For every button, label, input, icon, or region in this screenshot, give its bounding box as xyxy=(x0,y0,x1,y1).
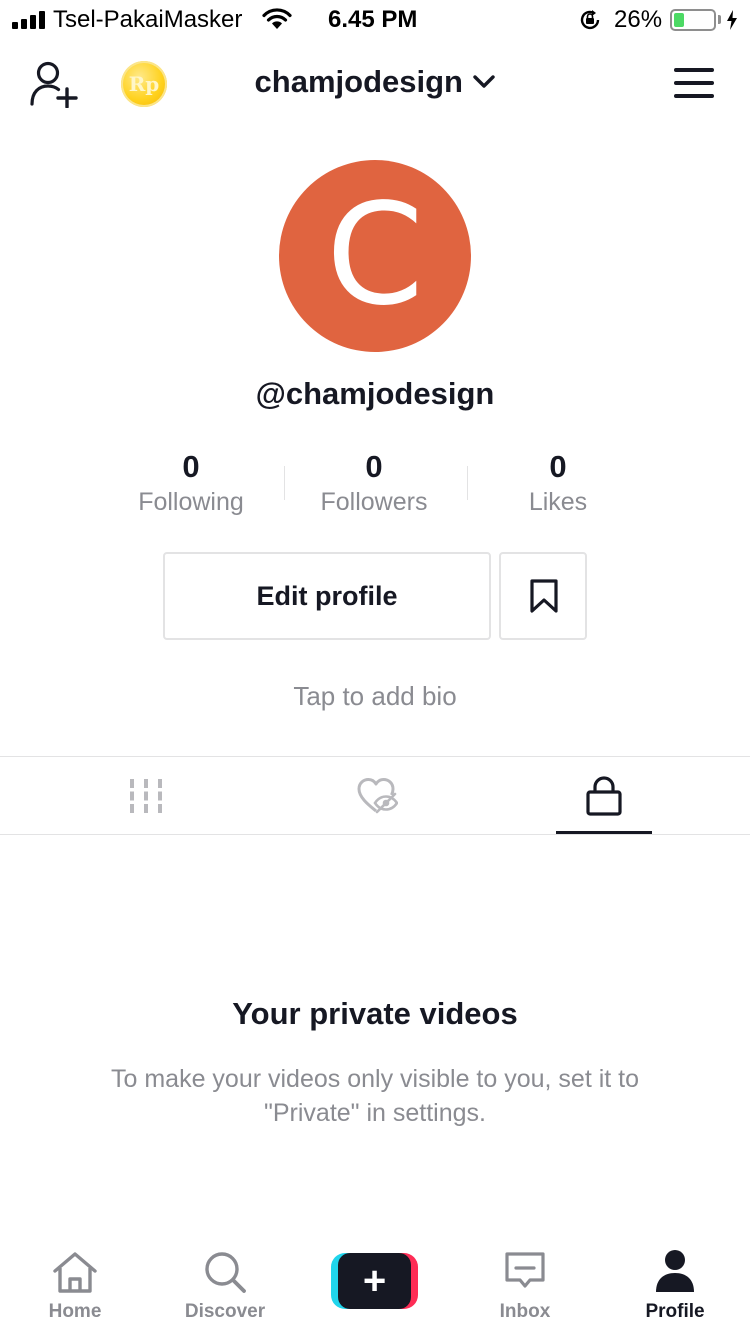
bottom-nav: Home Discover + Inbox Profile xyxy=(0,1234,750,1334)
stat-likes[interactable]: 0 Likes xyxy=(468,448,648,517)
battery-icon xyxy=(670,9,716,31)
grid-icon xyxy=(130,779,162,813)
stat-label: Likes xyxy=(528,488,588,516)
wifi-icon xyxy=(262,8,292,29)
home-icon xyxy=(53,1252,97,1293)
search-icon xyxy=(205,1252,246,1293)
stat-value: 0 xyxy=(365,449,383,484)
profile-handle: @chamjodesign xyxy=(255,376,495,411)
nav-label: Discover xyxy=(184,1301,266,1322)
bookmark-icon xyxy=(530,579,558,613)
nav-discover[interactable]: Discover xyxy=(150,1234,300,1334)
stat-label: Following xyxy=(138,488,244,516)
edit-profile-label: Edit profile xyxy=(256,581,398,611)
profile-icon xyxy=(656,1250,694,1292)
tab-videos[interactable] xyxy=(21,757,271,834)
chevron-down-icon xyxy=(473,75,496,88)
header-username: chamjodesign xyxy=(254,64,463,99)
hamburger-menu-icon[interactable] xyxy=(674,68,714,100)
liked-hidden-icon xyxy=(357,778,398,814)
stat-label: Followers xyxy=(320,488,428,516)
stat-value: 0 xyxy=(182,449,200,484)
stat-followers[interactable]: 0 Followers xyxy=(284,448,464,517)
nav-home[interactable]: Home xyxy=(0,1234,150,1334)
charging-bolt-icon xyxy=(727,10,737,30)
clock: 6.45 PM xyxy=(328,6,418,33)
tab-private[interactable] xyxy=(478,757,728,834)
nav-label: Profile xyxy=(645,1301,705,1322)
edit-profile-button[interactable]: Edit profile xyxy=(163,552,491,640)
tab-divider xyxy=(0,834,750,835)
empty-state-title: Your private videos xyxy=(232,996,518,1031)
nav-inbox[interactable]: Inbox xyxy=(450,1234,600,1334)
nav-profile[interactable]: Profile xyxy=(600,1234,750,1334)
stat-following[interactable]: 0 Following xyxy=(101,448,281,517)
inbox-icon xyxy=(505,1252,545,1288)
profile-header: Rp chamjodesign xyxy=(0,40,750,130)
avatar-letter: C xyxy=(326,174,424,337)
stat-value: 0 xyxy=(549,449,567,484)
battery-level-fill xyxy=(674,13,684,27)
battery-percentage: 26% xyxy=(614,6,663,33)
avatar[interactable]: C xyxy=(279,160,471,352)
battery-cap xyxy=(718,15,721,24)
cellular-signal-icon xyxy=(12,11,46,29)
status-bar: Tsel-PakaiMasker 6.45 PM 26% xyxy=(0,0,750,40)
lock-icon xyxy=(586,776,622,816)
bio-placeholder[interactable]: Tap to add bio xyxy=(0,681,750,712)
rotation-lock-icon xyxy=(580,10,600,30)
account-switcher[interactable]: chamjodesign xyxy=(0,64,750,100)
tab-liked[interactable] xyxy=(250,757,500,834)
plus-icon: + xyxy=(362,1259,387,1303)
empty-state-description: To make your videos only visible to you,… xyxy=(110,1065,640,1127)
nav-label: Inbox xyxy=(499,1301,551,1322)
profile-screen: Tsel-PakaiMasker 6.45 PM 26% Rp chamjode… xyxy=(0,0,750,1334)
favorites-button[interactable] xyxy=(499,552,587,640)
carrier-name: Tsel-PakaiMasker xyxy=(53,6,243,33)
nav-label: Home xyxy=(48,1301,102,1322)
create-button-core: + xyxy=(338,1253,411,1309)
create-video-button[interactable]: + xyxy=(331,1253,418,1309)
